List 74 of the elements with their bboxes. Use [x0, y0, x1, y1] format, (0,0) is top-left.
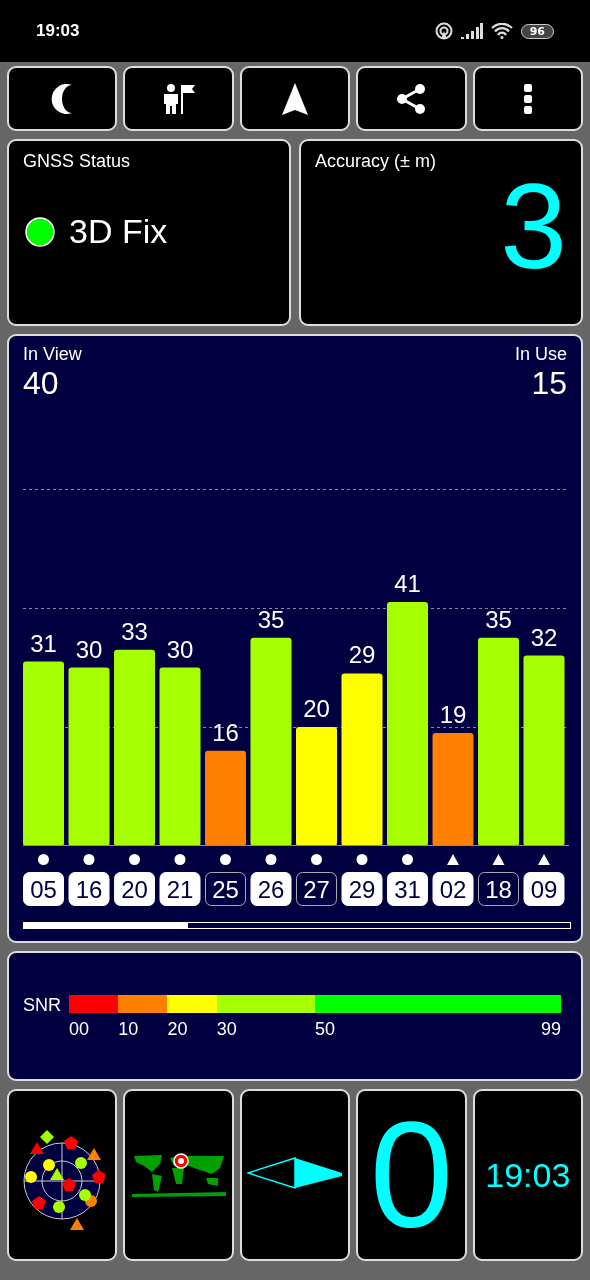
- signal-icon: [460, 23, 483, 39]
- x-tick-label: 18: [485, 876, 512, 903]
- bar-value: 32: [530, 623, 558, 651]
- snr-tick: 99: [541, 1019, 561, 1040]
- more-button[interactable]: [472, 66, 584, 131]
- x-tick-label: 20: [121, 876, 148, 903]
- in-view-count: 40: [23, 365, 59, 402]
- person-flag-icon: [161, 82, 196, 115]
- card-title: Accuracy (± m): [315, 151, 437, 172]
- x-tick-label: 29: [348, 876, 376, 903]
- snr-tick: 30: [216, 1019, 237, 1040]
- status-time: 19:03: [36, 21, 80, 41]
- snr-label: SNR: [23, 995, 61, 1016]
- bar-value: 33: [121, 617, 148, 645]
- compass-tile[interactable]: [239, 1089, 351, 1261]
- satellite-id: 29: [341, 872, 383, 906]
- x-tick-label: 25: [212, 876, 239, 903]
- bar-value: 16: [212, 718, 239, 746]
- battery-level: 96: [520, 23, 554, 39]
- satellite-id: 25: [205, 872, 246, 906]
- skyplot-tile[interactable]: [7, 1089, 118, 1261]
- satellite-id: 18: [478, 872, 519, 906]
- scrollbar[interactable]: [23, 922, 571, 929]
- map-tile[interactable]: [123, 1089, 234, 1261]
- bar-value: 41: [394, 570, 421, 598]
- bar-value: 31: [30, 629, 57, 657]
- bar-value: 20: [303, 695, 330, 722]
- snr-tick: 50: [315, 1019, 336, 1040]
- x-tick-label: 02: [439, 876, 467, 903]
- satellite-id: 21: [159, 872, 201, 906]
- fix-status: 3D Fix: [69, 212, 168, 251]
- bar-value: 29: [348, 641, 376, 669]
- fix-indicator-icon: [25, 216, 55, 247]
- x-tick-label: 27: [303, 876, 330, 903]
- satellite-id: 26: [250, 872, 292, 906]
- satellite-id: 20: [114, 872, 155, 906]
- snr-tick: 00: [69, 1019, 90, 1040]
- satellite-id: 02: [432, 872, 474, 906]
- text-tile[interactable]: 0: [356, 1089, 467, 1261]
- x-tick-label: 05: [30, 876, 57, 903]
- accuracy-value: 3: [500, 166, 567, 286]
- satellite-id: 27: [296, 872, 337, 906]
- in-use-label: In Use: [514, 344, 567, 365]
- x-tick-label: 16: [75, 876, 103, 903]
- more-icon: [523, 83, 532, 114]
- bar-value: 30: [75, 635, 103, 663]
- bar-value: 30: [166, 635, 194, 663]
- moon-button[interactable]: [7, 66, 118, 131]
- snr-tick: 20: [167, 1019, 188, 1040]
- wifi-icon: [490, 23, 513, 39]
- satellite-id: 16: [68, 872, 110, 906]
- share-button[interactable]: [356, 66, 467, 131]
- bar-value: 35: [257, 605, 285, 633]
- person-flag-button[interactable]: [123, 66, 234, 131]
- x-tick-label: 09: [530, 876, 558, 903]
- speed-value: 0: [369, 1100, 454, 1250]
- x-tick-label: 21: [166, 876, 194, 903]
- bar-value: 35: [485, 605, 512, 633]
- hotspot-icon: [434, 22, 453, 40]
- snr-tick: 10: [118, 1019, 139, 1040]
- satellite-id: 31: [387, 872, 428, 906]
- navigation-arrow-icon: [282, 82, 308, 115]
- share-icon: [396, 82, 427, 115]
- satellite-id: 09: [523, 872, 565, 906]
- x-tick-label: 31: [394, 876, 421, 903]
- in-use-count: 15: [531, 365, 567, 402]
- navigation-button[interactable]: [239, 66, 351, 131]
- in-view-label: In View: [23, 344, 82, 365]
- card-title: GNSS Status: [23, 151, 132, 172]
- clock-tile[interactable]: 19:03: [472, 1089, 584, 1261]
- clock-time: 19:03: [485, 1158, 571, 1192]
- satellite-id: 05: [23, 872, 64, 906]
- bar-value: 19: [439, 700, 467, 728]
- x-tick-label: 26: [257, 876, 285, 903]
